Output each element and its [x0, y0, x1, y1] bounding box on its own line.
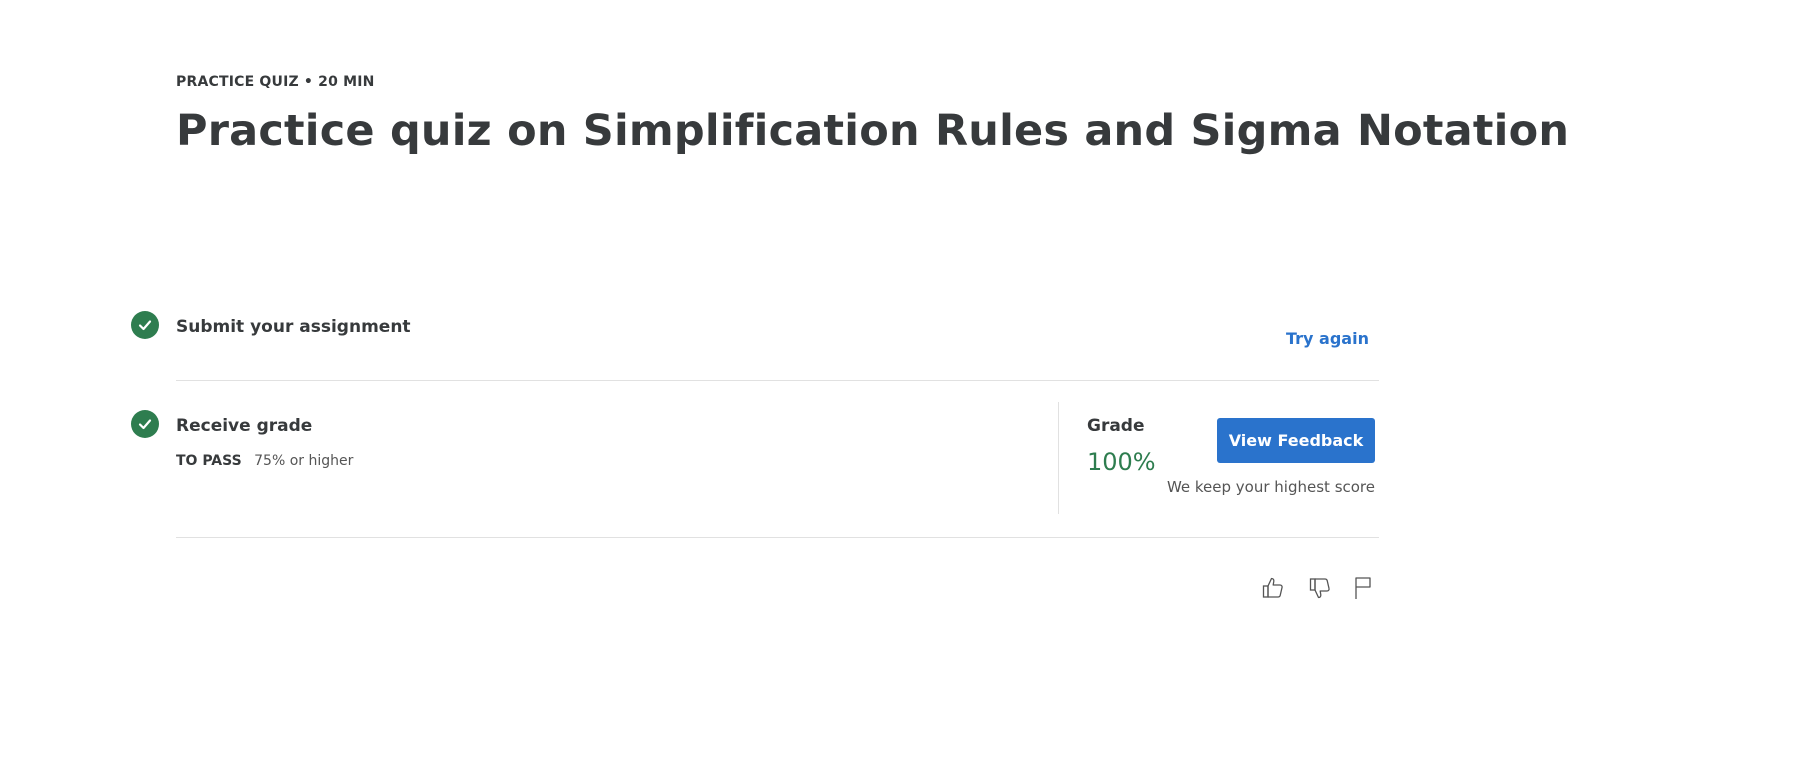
grade-value: 100%	[1087, 448, 1156, 476]
thumbs-down-icon[interactable]	[1305, 573, 1335, 603]
grade-check-icon	[131, 410, 159, 438]
grade-vertical-divider	[1058, 402, 1059, 514]
pass-requirement: TO PASS 75% or higher	[176, 453, 353, 469]
try-again-link[interactable]: Try again	[1286, 329, 1369, 348]
quiz-page: PRACTICE QUIZ • 20 MIN Practice quiz on …	[0, 0, 1798, 782]
highest-score-note: We keep your highest score	[1166, 478, 1375, 496]
to-pass-value: 75% or higher	[254, 453, 354, 469]
submit-step-label: Submit your assignment	[176, 317, 411, 337]
to-pass-label: TO PASS	[176, 453, 242, 469]
flag-icon[interactable]	[1348, 573, 1378, 603]
section-divider	[176, 380, 1379, 381]
submit-check-icon	[131, 311, 159, 339]
thumbs-up-icon[interactable]	[1258, 573, 1288, 603]
receive-grade-label: Receive grade	[176, 416, 313, 436]
quiz-meta: PRACTICE QUIZ • 20 MIN	[176, 74, 375, 90]
grade-label: Grade	[1087, 416, 1145, 436]
page-title: Practice quiz on Simplification Rules an…	[176, 106, 1570, 156]
bottom-divider	[176, 537, 1379, 538]
view-feedback-button[interactable]: View Feedback	[1217, 418, 1375, 463]
